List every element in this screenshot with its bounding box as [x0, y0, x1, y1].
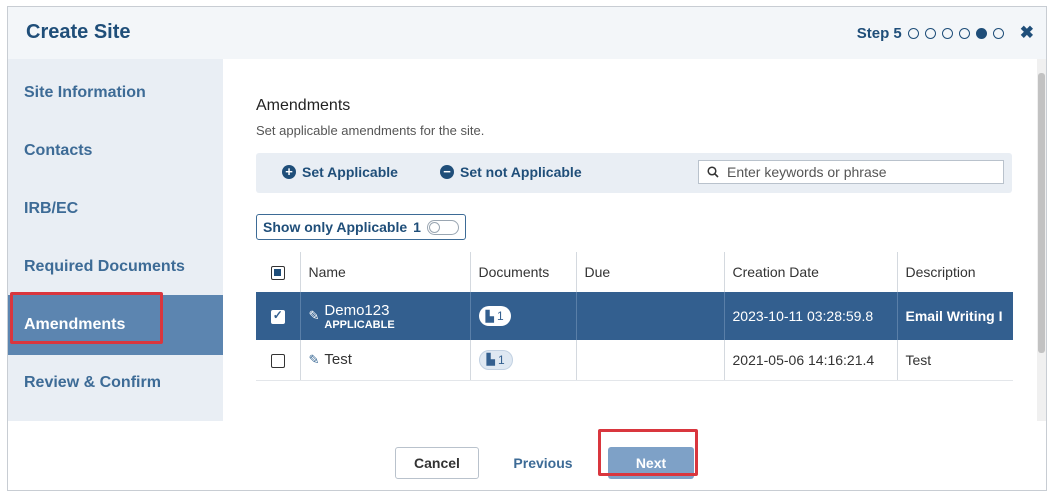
documents-count: 1	[496, 309, 504, 323]
filter-label: Show only Applicable	[263, 219, 408, 235]
column-header-creation-date[interactable]: Creation Date	[724, 252, 898, 292]
row-checkbox[interactable]	[270, 353, 285, 368]
row-select-cell[interactable]	[256, 340, 301, 381]
plus-circle-icon: +	[282, 165, 296, 179]
documents-cell: ▙ 1	[470, 340, 577, 381]
close-icon[interactable]: ✖	[1020, 23, 1034, 43]
table-row[interactable]: ✎ Test ▙ 1 2021-05-06 14:16:21.4 Test	[256, 340, 1013, 381]
documents-count-pill[interactable]: ▙ 1	[478, 349, 513, 370]
dialog-footer: Cancel Previous Next	[8, 421, 1046, 491]
sidebar: Site Information Contacts IRB/EC Require…	[8, 59, 223, 421]
table-header-row: Name Documents Due Creation Date Descrip…	[256, 252, 1013, 292]
applicable-badge: APPLICABLE	[324, 318, 395, 331]
select-all-header[interactable]	[256, 252, 301, 292]
edit-icon[interactable]: ✎	[309, 308, 320, 324]
create-site-dialog: Create Site Step 5 ✖ Site Information Co…	[7, 6, 1047, 491]
document-icon: ▙	[486, 354, 495, 367]
minus-circle-icon: −	[440, 165, 454, 179]
name-cell: ✎ Demo123 APPLICABLE	[300, 292, 471, 340]
step-label: Step 5	[856, 24, 902, 42]
set-not-applicable-button[interactable]: − Set not Applicable	[440, 164, 582, 180]
amendment-name[interactable]: Demo123	[324, 302, 389, 319]
sidebar-item-contacts[interactable]: Contacts	[8, 127, 223, 175]
section-subtitle: Set applicable amendments for the site.	[256, 123, 485, 138]
table-row[interactable]: ✎ Demo123 APPLICABLE ▙1 2023-10-11 03:28…	[256, 292, 1013, 340]
column-header-description[interactable]: Description	[897, 252, 1013, 292]
set-applicable-button[interactable]: + Set Applicable	[282, 164, 398, 180]
cancel-button[interactable]: Cancel	[395, 447, 479, 479]
show-only-applicable-filter[interactable]: Show only Applicable 1	[256, 214, 466, 240]
step-dot-6[interactable]	[992, 27, 1004, 39]
sidebar-item-irb-ec[interactable]: IRB/EC	[8, 185, 223, 233]
documents-cell: ▙ 1	[470, 292, 577, 340]
search-icon	[707, 166, 719, 178]
document-icon: ▙	[485, 310, 494, 323]
filter-count: 1	[413, 219, 421, 235]
sidebar-item-amendments[interactable]: Amendments	[8, 295, 223, 355]
column-header-due[interactable]: Due	[576, 252, 725, 292]
sidebar-item-review-confirm[interactable]: Review & Confirm	[8, 359, 223, 407]
sidebar-item-site-information[interactable]: Site Information	[8, 69, 223, 117]
main-content: Amendments Set applicable amendments for…	[223, 59, 1046, 421]
documents-count-pill[interactable]: ▙ 1	[478, 306, 511, 326]
row-select-cell[interactable]	[256, 292, 301, 340]
previous-button[interactable]: Previous	[498, 447, 588, 479]
search-box	[698, 160, 1004, 184]
creation-date-cell: 2023-10-11 03:28:59.8	[724, 292, 898, 340]
scrollbar-thumb[interactable]	[1038, 73, 1045, 353]
select-all-checkbox[interactable]	[270, 266, 285, 281]
dialog-header: Create Site Step 5 ✖	[8, 7, 1046, 60]
search-input[interactable]	[725, 163, 999, 181]
creation-date-cell: 2021-05-06 14:16:21.4	[724, 340, 898, 381]
section-title: Amendments	[256, 97, 351, 114]
documents-count: 1	[497, 352, 505, 367]
next-button[interactable]: Next	[608, 447, 694, 479]
step-dot-4[interactable]	[958, 27, 970, 39]
step-dot-5[interactable]	[975, 27, 987, 39]
column-header-name[interactable]: Name	[300, 252, 471, 292]
due-cell	[576, 340, 725, 381]
due-cell	[576, 292, 725, 340]
amendment-name[interactable]: Test	[324, 351, 352, 368]
row-checkbox[interactable]	[270, 308, 285, 325]
set-applicable-label: Set Applicable	[302, 164, 398, 180]
vertical-scrollbar[interactable]	[1037, 59, 1046, 421]
description-cell: Test	[897, 340, 1013, 381]
dialog-title: Create Site	[26, 21, 131, 43]
applicable-toggle[interactable]	[426, 219, 459, 235]
amendments-toolbar: + Set Applicable − Set not Applicable	[256, 153, 1012, 193]
description-cell: Email Writing I	[897, 292, 1013, 340]
set-not-applicable-label: Set not Applicable	[460, 164, 582, 180]
edit-icon[interactable]: ✎	[309, 352, 320, 368]
step-dot-1[interactable]	[907, 27, 919, 39]
column-header-documents[interactable]: Documents	[470, 252, 577, 292]
sidebar-item-required-documents[interactable]: Required Documents	[8, 243, 223, 291]
amendments-table: Name Documents Due Creation Date Descrip…	[256, 252, 1013, 381]
step-dot-2[interactable]	[924, 27, 936, 39]
step-indicator: Step 5 ✖	[857, 23, 1034, 43]
step-dot-3[interactable]	[941, 27, 953, 39]
name-cell: ✎ Test	[300, 340, 471, 381]
